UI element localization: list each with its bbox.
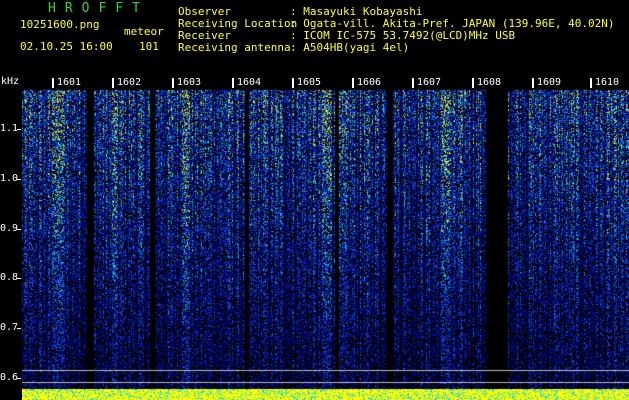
y-tick-mark [17,328,21,329]
y-tick-label: 1.1 [0,123,19,134]
minute-label: 1601 [56,77,83,88]
spectrogram-canvas [22,76,629,400]
y-tick-mark [17,179,21,180]
minute-tick [232,78,234,88]
y-tick-mark [17,229,21,230]
minute-tick [532,78,534,88]
y-tick-mark [17,129,21,130]
minute-label: 1608 [476,77,503,88]
minute-label: 1609 [536,77,563,88]
filename-label: 10251600.png [20,18,100,31]
y-tick-mark [17,278,21,279]
minute-label: 1607 [416,77,443,88]
minute-tick [412,78,414,88]
y-tick-mark [17,378,21,379]
y-tick-label: 0.7 [0,322,19,333]
frequency-axis: kHz 1.1 1.0 0.9 0.8 0.7 0.6 [0,76,22,400]
minute-tick [292,78,294,88]
minute-label: 1604 [236,77,263,88]
minute-tick [472,78,474,88]
antenna-value: : A504HB(yagi 4el) [290,41,410,54]
y-tick-label: 0.6 [0,372,19,383]
mode-label: meteor [124,25,164,38]
app-title: HROFFT [48,1,149,16]
y-tick-label: 1.0 [0,173,19,184]
minute-label: 1605 [296,77,323,88]
y-tick-label: 0.9 [0,223,19,234]
minute-tick [52,78,54,88]
y-tick-label: 0.8 [0,272,19,283]
minute-tick [352,78,354,88]
spectrogram-plot [22,76,629,400]
count-label: 101 [139,40,159,53]
minute-tick [590,78,592,88]
minute-label: 1606 [356,77,383,88]
minute-tick [172,78,174,88]
minute-label: 1603 [176,77,203,88]
axis-unit-label: kHz [1,76,20,87]
minute-label: 1610 [594,77,621,88]
minute-tick [112,78,114,88]
datetime-label: 02.10.25 16:00 [20,40,113,53]
minute-label: 1602 [116,77,143,88]
header-panel: HROFFT 10251600.png meteor 02.10.25 16:0… [0,0,629,76]
antenna-label: Receiving antenna [178,41,291,54]
